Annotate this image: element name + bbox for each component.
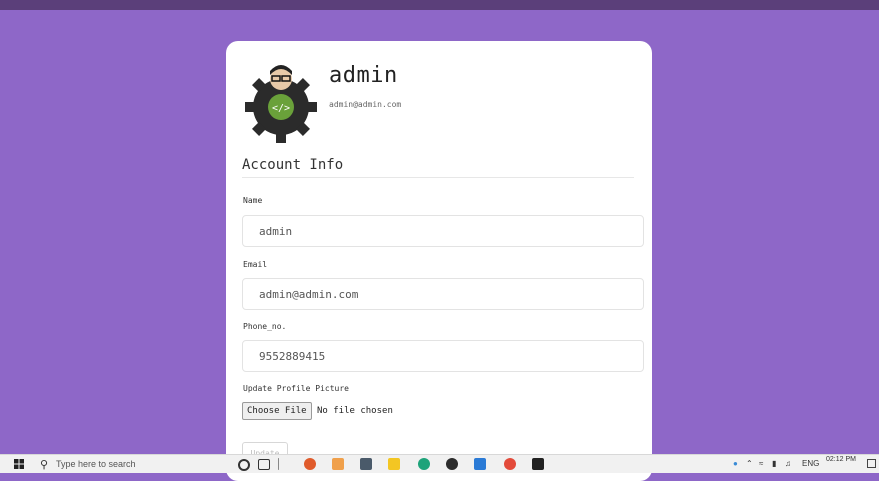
windows-start-icon[interactable]: [14, 459, 24, 469]
clock[interactable]: 02:12 PM: [826, 456, 856, 464]
chrome-icon[interactable]: [504, 458, 516, 470]
network-app-icon[interactable]: ●: [733, 459, 738, 468]
taskbar-divider: [278, 458, 279, 470]
choose-file-button[interactable]: Choose File: [242, 402, 312, 420]
file-status: No file chosen: [317, 406, 393, 416]
cortana-icon[interactable]: [238, 459, 250, 471]
phone-input[interactable]: [242, 340, 644, 372]
taskbar-search[interactable]: Type here to search: [56, 459, 136, 469]
profile-name: admin: [329, 63, 398, 88]
profile-card: </> admin admin@admin.com Account Info N…: [226, 41, 652, 481]
chevron-up-icon[interactable]: ⌃: [746, 459, 753, 468]
name-label: Name: [243, 196, 263, 205]
wifi-icon[interactable]: ≈: [759, 459, 763, 468]
gallery-icon[interactable]: [332, 458, 344, 470]
phone-label: Phone_no.: [243, 322, 287, 331]
battery-icon[interactable]: ▮: [772, 459, 776, 468]
upload-label: Update Profile Picture: [243, 384, 349, 393]
task-view-icon[interactable]: [258, 459, 270, 470]
name-input[interactable]: [242, 215, 644, 247]
terminal-icon[interactable]: [532, 458, 544, 470]
volume-icon[interactable]: ♫: [785, 459, 791, 468]
clock-time: 02:12 PM: [826, 456, 856, 463]
file-explorer-icon[interactable]: [388, 458, 400, 470]
svg-text:</>: </>: [272, 103, 290, 114]
taskbar: ⚲ Type here to search ● ⌃ ≈ ▮ ♫ ENG 02:1…: [0, 454, 879, 473]
language-indicator[interactable]: ENG: [802, 459, 819, 468]
camera-icon[interactable]: [360, 458, 372, 470]
search-icon[interactable]: ⚲: [40, 458, 48, 471]
section-divider: [242, 177, 634, 178]
firefox-icon[interactable]: [304, 458, 316, 470]
avatar: </>: [245, 65, 317, 143]
notification-icon[interactable]: [867, 459, 876, 468]
section-title: Account Info: [242, 157, 344, 173]
profile-email: admin@admin.com: [329, 100, 402, 109]
email-label: Email: [243, 260, 268, 269]
edge-icon[interactable]: [418, 458, 430, 470]
top-bar: [0, 0, 879, 10]
vscode-icon[interactable]: [474, 458, 486, 470]
github-icon[interactable]: [446, 458, 458, 470]
email-input[interactable]: [242, 278, 644, 310]
